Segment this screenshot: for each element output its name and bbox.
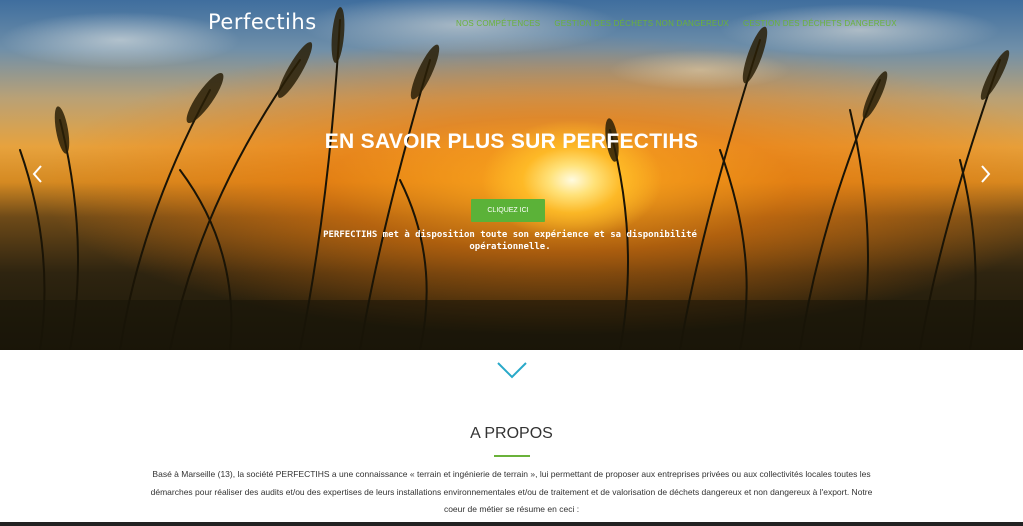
nav-item-dechets-dangereux[interactable]: Gestion des déchets dangereux (743, 19, 897, 28)
bottom-bar (0, 522, 1023, 526)
chevron-left-icon (32, 165, 42, 183)
cta-button[interactable]: CLIQUEZ ICI (471, 199, 545, 222)
scroll-down-button[interactable] (496, 360, 528, 385)
main-nav: Nos compétences Gestion des déchets non … (456, 19, 897, 28)
slider-prev-button[interactable] (30, 162, 44, 186)
hero-background-image (0, 7, 1023, 350)
about-title-underline (494, 455, 530, 457)
nav-item-competences[interactable]: Nos compétences (456, 19, 540, 28)
hero-subtitle: PERFECTIHS met à disposition toute son e… (323, 230, 697, 252)
hero-slider: Perfectihs Nos compétences Gestion des d… (0, 0, 1023, 350)
slider-next-button[interactable] (979, 162, 993, 186)
about-text: Basé à Marseille (13), la société PERFEC… (150, 469, 873, 514)
brand-logo[interactable]: Perfectihs (208, 10, 317, 34)
chevron-down-icon (497, 362, 527, 379)
nav-item-dechets-non-dangereux[interactable]: Gestion des déchets non dangereux (554, 19, 729, 28)
hero-title: EN SAVOIR PLUS SUR PERFECTIHS (324, 130, 699, 153)
about-title: A PROPOS (470, 425, 553, 442)
chevron-right-icon (981, 165, 991, 183)
